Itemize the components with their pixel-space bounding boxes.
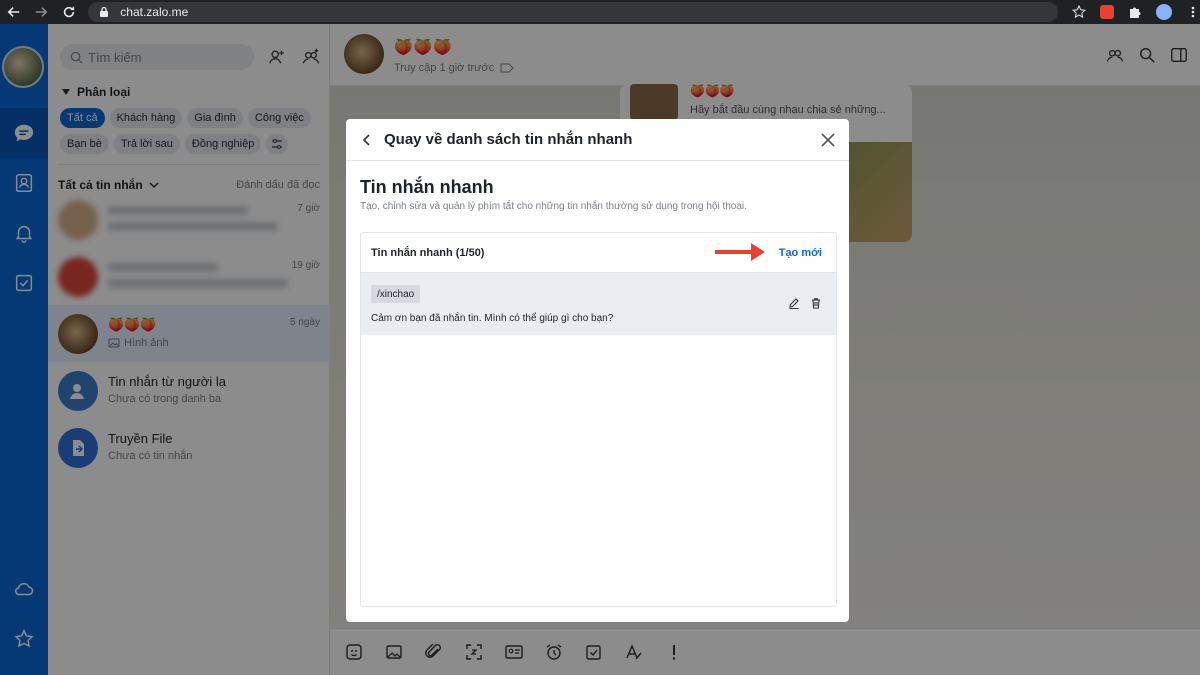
shortcut-tag: /xinchao bbox=[371, 285, 421, 303]
back-arrow-icon[interactable] bbox=[0, 0, 27, 24]
create-new-button[interactable]: Tạo mới bbox=[779, 247, 822, 259]
url-text: chat.zalo.me bbox=[120, 5, 189, 19]
quick-message-text: Cảm ơn bạn đã nhắn tin. Mình có thể giúp… bbox=[371, 313, 614, 324]
annotation-arrow-icon bbox=[715, 243, 765, 261]
dialog-title[interactable]: Quay về danh sách tin nhắn nhanh bbox=[384, 131, 632, 148]
trash-icon[interactable] bbox=[810, 297, 822, 309]
quick-message-count: Tin nhắn nhanh (1/50) bbox=[371, 246, 485, 259]
bookmark-star-icon[interactable] bbox=[1072, 5, 1086, 19]
browser-toolbar: chat.zalo.me bbox=[0, 0, 1200, 24]
close-icon[interactable] bbox=[819, 131, 837, 149]
section-heading: Tin nhắn nhanh bbox=[360, 177, 494, 197]
quick-messages-panel: Tin nhắn nhanh (1/50) Tạo mới /xinchao C… bbox=[360, 232, 837, 607]
lock-icon bbox=[100, 6, 109, 17]
menu-dots-icon[interactable] bbox=[1186, 5, 1200, 19]
extension-icon[interactable] bbox=[1100, 5, 1114, 19]
section-description: Tạo, chỉnh sửa và quản lý phím tắt cho n… bbox=[360, 201, 747, 212]
edit-pencil-icon[interactable] bbox=[788, 297, 800, 309]
back-button[interactable] bbox=[358, 131, 376, 149]
forward-arrow-icon[interactable] bbox=[27, 0, 54, 24]
chevron-left-icon bbox=[362, 133, 370, 146]
quick-messages-dialog: Quay về danh sách tin nhắn nhanh Tin nhắ… bbox=[346, 119, 849, 622]
profile-avatar[interactable] bbox=[1156, 4, 1172, 20]
quick-message-item[interactable]: /xinchao Cảm ơn bạn đã nhắn tin. Mình có… bbox=[361, 273, 836, 335]
address-bar[interactable]: chat.zalo.me bbox=[88, 2, 1058, 22]
puzzle-extensions-icon[interactable] bbox=[1128, 5, 1142, 19]
reload-icon[interactable] bbox=[55, 0, 82, 24]
